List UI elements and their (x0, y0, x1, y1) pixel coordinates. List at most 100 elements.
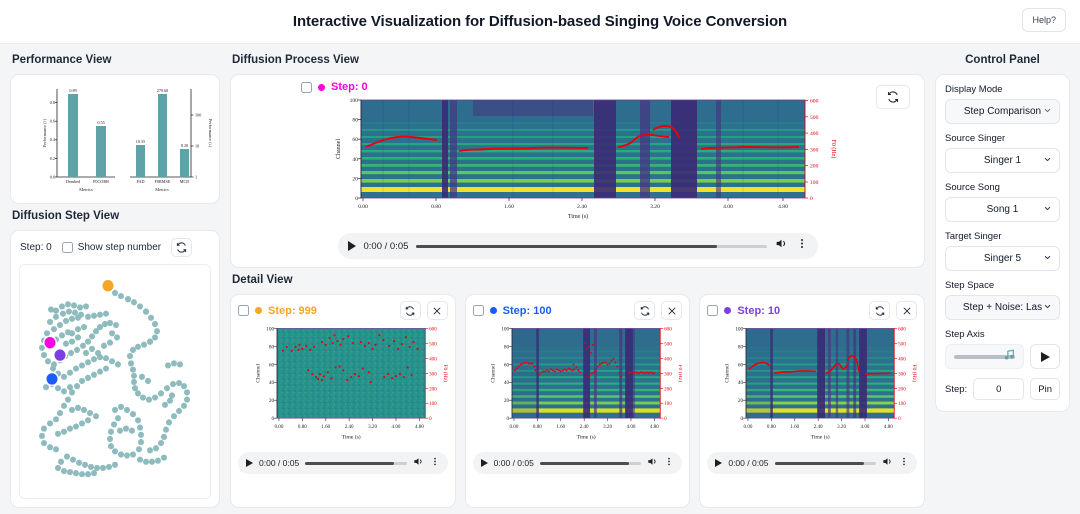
step-space-select[interactable]: Step + Noise: Las (945, 295, 1060, 320)
step-color-dot (318, 83, 325, 91)
svg-text:0: 0 (271, 416, 274, 422)
bar-f0rmse (158, 94, 167, 177)
reload-icon[interactable] (399, 301, 421, 320)
app-header: Interactive Visualization for Diffusion-… (0, 0, 1080, 44)
control-group-step-space: Step Space Step + Noise: Las (945, 280, 1060, 320)
target-singer-select[interactable]: Singer 5 (945, 246, 1060, 271)
step-field-label: Step: (945, 383, 968, 395)
svg-text:400: 400 (429, 356, 437, 362)
bar-fad (136, 145, 145, 177)
play-icon[interactable] (246, 459, 253, 467)
detail-select-checkbox[interactable] (238, 305, 249, 316)
svg-text:0.00: 0.00 (275, 424, 284, 430)
detail-select-checkbox[interactable] (707, 305, 719, 316)
more-vertical-icon[interactable] (430, 454, 440, 472)
highlight-step-0 (43, 335, 57, 350)
detail-panel-step-999: Step: 999 0 20 40 60 80 100 Channel 0.00… (230, 294, 456, 508)
show-step-number-checkbox[interactable] (61, 242, 73, 253)
help-button[interactable]: Help? (1022, 8, 1066, 32)
svg-text:20: 20 (738, 398, 744, 404)
step-scatter-plot[interactable] (19, 264, 211, 499)
page-title: Interactive Visualization for Diffusion-… (292, 13, 788, 30)
detail-select-checkbox[interactable] (472, 305, 484, 316)
step-axis-play-button[interactable] (1030, 344, 1060, 369)
play-icon[interactable] (715, 459, 723, 467)
target-singer-value: Singer 5 (983, 253, 1022, 264)
step-number-input[interactable]: 0 (973, 378, 1025, 400)
main-audio-player[interactable]: 0:00 / 0:05 (337, 233, 818, 259)
more-vertical-icon[interactable] (664, 454, 674, 472)
close-icon[interactable] (661, 301, 683, 320)
svg-text:F0 (Hz): F0 (Hz) (676, 364, 682, 382)
progress-bar[interactable] (774, 461, 877, 465)
spectrogram-image (360, 100, 805, 198)
volume-icon[interactable] (775, 237, 788, 255)
control-group-step-axis: Step Axis (945, 329, 1060, 369)
svg-text:100: 100 (429, 401, 437, 407)
svg-text:0.00: 0.00 (358, 204, 368, 210)
reload-icon[interactable] (634, 301, 656, 320)
reload-icon[interactable] (171, 238, 193, 257)
volume-icon[interactable] (413, 454, 424, 472)
svg-text:4.00: 4.00 (861, 424, 870, 430)
svg-text:0.6: 0.6 (50, 119, 55, 124)
progress-bar[interactable] (305, 461, 407, 465)
control-group-source-singer: Source Singer Singer 1 (945, 133, 1060, 173)
svg-text:3.20: 3.20 (837, 424, 846, 430)
svg-text:10: 10 (195, 144, 199, 149)
pin-button[interactable]: Pin (1030, 378, 1060, 400)
svg-text:20: 20 (352, 176, 358, 182)
reload-icon[interactable] (876, 85, 910, 109)
svg-text:0.8: 0.8 (50, 100, 55, 105)
detail-audio-player[interactable]: 0:00 / 0:05 (472, 452, 683, 474)
display-mode-select[interactable]: Step Comparison (945, 99, 1060, 124)
svg-text:300: 300 (898, 371, 906, 377)
step-view-toolbar: Step: 0 Show step number (11, 231, 219, 264)
detail-spectrogram: 0 20 40 60 80 100 Channel 0.00 0.80 1.60 (725, 326, 917, 441)
target-singer-label: Target Singer (945, 231, 1002, 242)
reload-icon[interactable] (869, 301, 891, 320)
more-vertical-icon[interactable] (899, 454, 909, 472)
svg-text:0: 0 (810, 196, 813, 202)
svg-text:200: 200 (810, 164, 819, 170)
progress-bar[interactable] (539, 461, 642, 465)
volume-icon[interactable] (647, 454, 658, 472)
play-icon[interactable] (347, 241, 356, 251)
display-mode-value: Step Comparison (963, 106, 1042, 117)
step-color-dot (255, 307, 262, 314)
detail-view-row: Step: 999 0 20 40 60 80 100 Channel 0.00… (230, 294, 926, 508)
play-icon[interactable] (480, 459, 488, 467)
source-song-select[interactable]: Song 1 (945, 197, 1060, 222)
svg-text:0.80: 0.80 (298, 424, 307, 430)
svg-text:2.40: 2.40 (579, 424, 588, 430)
control-panel-card: Display Mode Step Comparison Source Sing… (935, 74, 1070, 412)
chevron-down-icon (1043, 302, 1052, 314)
close-icon[interactable] (896, 301, 918, 320)
step-axis-label: Step Axis (945, 329, 985, 340)
close-icon[interactable] (426, 301, 448, 320)
y2-axis-ticks: 0 100 200 300 400 500 600 (804, 99, 819, 202)
highlight-step-10 (53, 347, 67, 363)
player-time: 0:00 / 0:05 (363, 240, 409, 252)
svg-text:Time (s): Time (s) (811, 434, 830, 441)
source-singer-select[interactable]: Singer 1 (945, 148, 1060, 173)
svg-text:40: 40 (352, 157, 358, 163)
music-note-icon[interactable] (1003, 347, 1016, 367)
svg-text:F0RMSE: F0RMSE (155, 179, 171, 184)
svg-text:Time (s): Time (s) (342, 434, 361, 441)
progress-bar[interactable] (416, 244, 767, 248)
detail-panel-header: Step: 999 (238, 301, 448, 320)
detail-audio-player[interactable]: 0:00 / 0:05 (707, 452, 918, 474)
svg-text:500: 500 (664, 341, 672, 347)
more-vertical-icon[interactable] (796, 237, 808, 255)
step-axis-slider[interactable] (945, 344, 1024, 369)
volume-icon[interactable] (882, 454, 893, 472)
process-select-checkbox[interactable] (301, 81, 312, 93)
svg-text:10.35: 10.35 (136, 139, 145, 144)
detail-panel-step-10: Step: 10 0 20 40 60 80 100 Channel 0.00 … (699, 294, 926, 508)
performance-view-card: 0.0 0.2 0.4 0.6 0.8 Performance (↑) 0.89… (10, 74, 220, 204)
detail-audio-player[interactable]: 0:00 / 0:05 (238, 452, 448, 474)
detail-step-label: Step: 10 (737, 304, 781, 317)
current-step-label: Step: 0 (20, 242, 52, 253)
svg-text:3.20: 3.20 (603, 424, 612, 430)
